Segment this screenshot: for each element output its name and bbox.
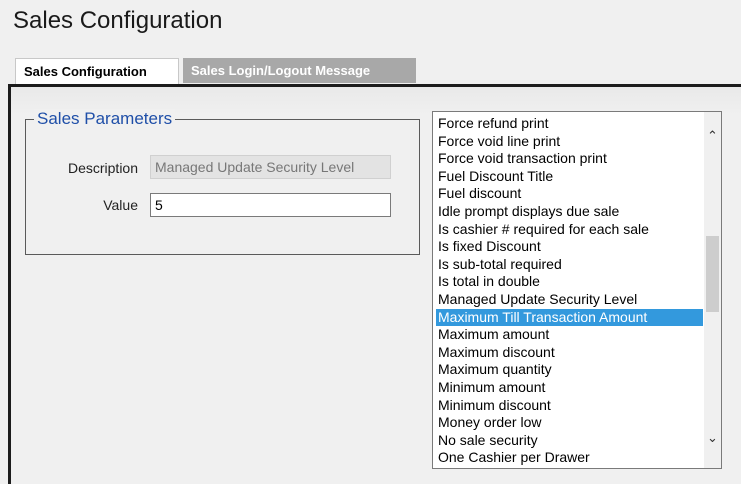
list-item[interactable]: Is fixed Discount (436, 238, 703, 256)
list-item[interactable]: Idle prompt displays due sale (436, 203, 703, 221)
list-item[interactable]: Managed Update Security Level (436, 291, 703, 309)
list-item[interactable]: Maximum amount (436, 326, 703, 344)
value-label: Value (103, 197, 138, 213)
tab-sales-login-logout-message[interactable]: Sales Login/Logout Message (183, 58, 416, 83)
list-item[interactable]: Force refund print (436, 115, 703, 133)
list-item[interactable]: Force void line print (436, 133, 703, 151)
list-item[interactable]: Maximum quantity (436, 361, 703, 379)
list-item[interactable]: Maximum discount (436, 344, 703, 362)
list-item[interactable]: No sale security (436, 432, 703, 450)
listbox-scrollbar[interactable]: ⌃ ⌄ (704, 112, 721, 468)
sales-parameters-legend: Sales Parameters (34, 109, 176, 129)
parameter-listbox[interactable]: Force refund print Force void line print F… (432, 111, 722, 469)
list-item[interactable]: Money order low (436, 414, 703, 432)
list-item[interactable]: Fuel Discount Title (436, 168, 703, 186)
list-item[interactable]: Minimum amount (436, 379, 703, 397)
sales-parameters-group (25, 119, 420, 255)
page-title: Sales Configuration (13, 7, 223, 34)
list-item[interactable]: Maximum Till Transaction Amount (436, 308, 703, 327)
list-item[interactable]: Minimum discount (436, 397, 703, 415)
list-item[interactable]: Is total in double (436, 273, 703, 291)
list-item[interactable]: Force void transaction print (436, 150, 703, 168)
tab-sales-configuration[interactable]: Sales Configuration (15, 58, 179, 85)
description-label: Description (67, 160, 138, 176)
list-item[interactable]: Is sub-total required (436, 256, 703, 274)
description-field (150, 155, 391, 179)
scrollbar-thumb[interactable] (706, 236, 719, 312)
list-item[interactable]: Fuel discount (436, 185, 703, 203)
chevron-up-icon[interactable]: ⌃ (704, 128, 721, 145)
list-item[interactable]: One Cashier per Drawer (436, 449, 703, 467)
list-item[interactable]: Is cashier # required for each sale (436, 221, 703, 239)
value-field[interactable] (150, 193, 391, 217)
chevron-down-icon[interactable]: ⌄ (704, 430, 721, 447)
parameter-list-items: Force refund print Force void line print F… (436, 115, 703, 467)
